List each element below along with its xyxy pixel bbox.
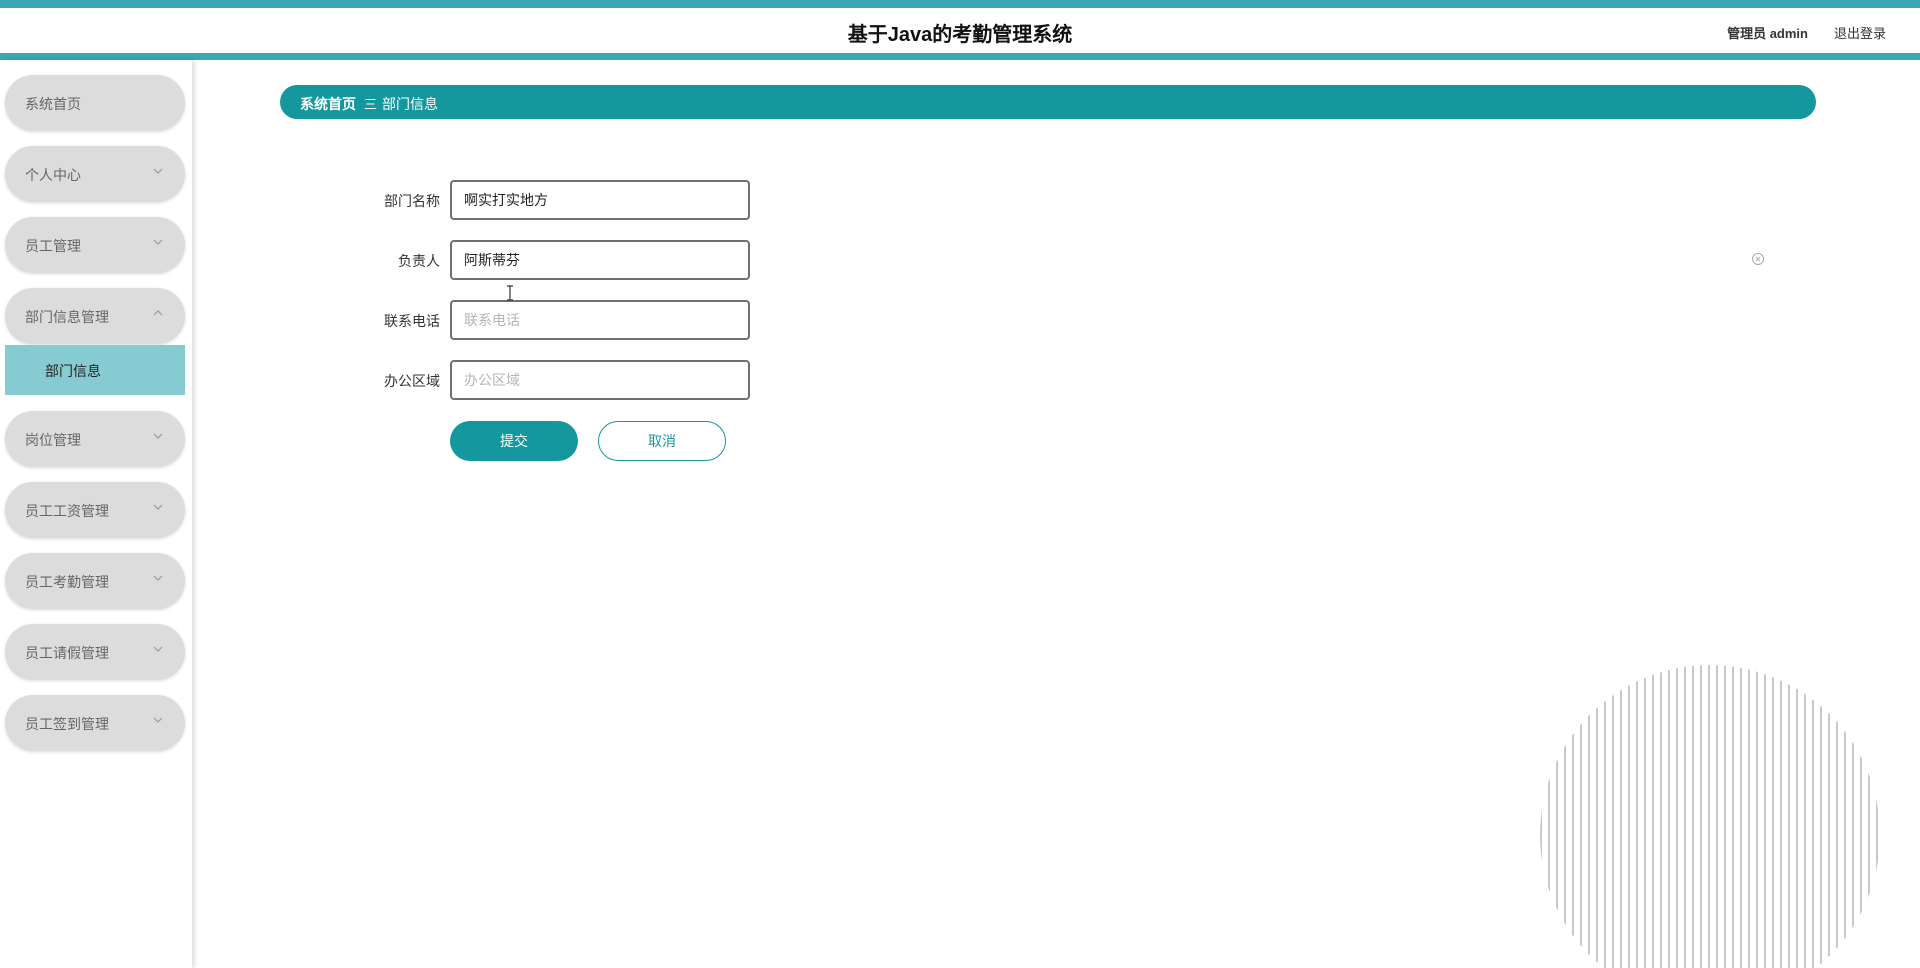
decorative-stripe <box>1620 665 1622 968</box>
sidebar-item-department-management[interactable]: 部门信息管理 <box>5 288 185 344</box>
chevron-down-icon <box>153 504 163 510</box>
breadcrumb: 系统首页 三 部门信息 <box>280 85 1816 119</box>
decorative-stripe <box>1580 665 1582 968</box>
manager-input[interactable] <box>450 240 750 280</box>
decorative-stripe <box>1876 665 1878 968</box>
sidebar-item-salary-management[interactable]: 员工工资管理 <box>5 482 185 538</box>
sidebar-item-label: 员工管理 <box>25 238 81 254</box>
decorative-stripe <box>1628 665 1630 968</box>
chevron-down-icon <box>153 575 163 581</box>
form-row-phone: 联系电话 <box>360 300 760 340</box>
decorative-stripe <box>1836 665 1838 968</box>
manager-label: 负责人 <box>398 253 440 269</box>
sidebar-item-checkin-management[interactable]: 员工签到管理 <box>5 695 185 751</box>
decorative-stripe <box>1804 665 1806 968</box>
decorative-stripe <box>1612 665 1614 968</box>
sidebar-item-attendance-management[interactable]: 员工考勤管理 <box>5 553 185 609</box>
submit-button[interactable]: 提交 <box>450 421 578 461</box>
decorative-stripe <box>1644 665 1646 968</box>
decorative-stripe <box>1684 665 1686 968</box>
sidebar-item-label: 员工考勤管理 <box>25 574 109 590</box>
chevron-down-icon <box>153 433 163 439</box>
form-row-department-name: 部门名称 <box>360 180 760 220</box>
sidebar-item-label: 员工请假管理 <box>25 645 109 661</box>
decorative-stripe <box>1548 665 1550 968</box>
sidebar-subitem-label: 部门信息 <box>45 363 101 379</box>
decorative-stripe <box>1700 665 1702 968</box>
chevron-down-icon <box>153 646 163 652</box>
decorative-stripe <box>1780 665 1782 968</box>
logout-link[interactable]: 退出登录 <box>1834 23 1886 42</box>
sidebar-item-label: 岗位管理 <box>25 432 81 448</box>
decorative-stripe <box>1564 665 1566 968</box>
decorative-stripe <box>1540 665 1542 968</box>
decorative-stripe <box>1788 665 1790 968</box>
decorative-stripe <box>1772 665 1774 968</box>
decorative-stripe <box>1852 665 1854 968</box>
phone-input[interactable] <box>450 300 750 340</box>
decorative-stripe <box>1708 665 1710 968</box>
department-name-input[interactable] <box>450 180 750 220</box>
decorative-stripe <box>1820 665 1822 968</box>
decorative-stripe <box>1604 665 1606 968</box>
decorative-stripe <box>1756 665 1758 968</box>
decorative-stripe <box>1660 665 1662 968</box>
sidebar-item-position-management[interactable]: 岗位管理 <box>5 411 185 467</box>
cancel-button[interactable]: 取消 <box>598 421 726 461</box>
chevron-up-icon <box>153 310 163 316</box>
department-name-label: 部门名称 <box>384 193 440 209</box>
office-area-input[interactable] <box>450 360 750 400</box>
decorative-stripe <box>1732 665 1734 968</box>
phone-label: 联系电话 <box>384 313 440 329</box>
office-area-label: 办公区域 <box>384 373 440 389</box>
decorative-stripe <box>1692 665 1694 968</box>
decorative-stripe <box>1764 665 1766 968</box>
sidebar-item-label: 员工签到管理 <box>25 716 109 732</box>
decorative-circle <box>1540 665 1878 968</box>
sidebar-item-label: 部门信息管理 <box>25 309 109 325</box>
decorative-stripe <box>1724 665 1726 968</box>
decorative-stripe <box>1748 665 1750 968</box>
decorative-stripe <box>1860 665 1862 968</box>
decorative-stripe <box>1676 665 1678 968</box>
sidebar: 系统首页 个人中心 员工管理 部门信息管理 部门信息 岗位管理 员工工资管理 员… <box>0 60 192 968</box>
form-row-office-area: 办公区域 <box>360 360 760 400</box>
sidebar-item-label: 员工工资管理 <box>25 503 109 519</box>
breadcrumb-home[interactable]: 系统首页 <box>300 94 356 114</box>
decorative-stripe <box>1844 665 1846 968</box>
decorative-stripe <box>1588 665 1590 968</box>
decorative-stripe <box>1556 665 1558 968</box>
sidebar-item-label: 系统首页 <box>25 96 81 112</box>
sidebar-item-label: 个人中心 <box>25 167 81 183</box>
decorative-stripe <box>1868 665 1870 968</box>
decorative-stripe <box>1668 665 1670 968</box>
sidebar-subitem-department-info[interactable]: 部门信息 <box>5 345 185 395</box>
decorative-stripe <box>1652 665 1654 968</box>
decorative-stripe <box>1812 665 1814 968</box>
breadcrumb-current: 部门信息 <box>382 96 438 112</box>
decorative-stripe <box>1596 665 1598 968</box>
decorative-stripe <box>1572 665 1574 968</box>
decorative-stripe <box>1828 665 1830 968</box>
chevron-down-icon <box>153 717 163 723</box>
decorative-stripe <box>1636 665 1638 968</box>
user-info: 管理员 admin <box>1727 26 1808 41</box>
app-title: 基于Java的考勤管理系统 <box>847 24 1073 46</box>
sidebar-item-leave-management[interactable]: 员工请假管理 <box>5 624 185 680</box>
chevron-down-icon <box>153 239 163 245</box>
decorative-stripe <box>1796 665 1798 968</box>
decorative-stripe <box>1716 665 1718 968</box>
top-header: 基于Java的考勤管理系统 管理员 admin 退出登录 <box>0 0 1920 60</box>
decorative-stripe <box>1740 665 1742 968</box>
form-row-manager: 负责人 <box>360 240 760 280</box>
chevron-down-icon <box>153 168 163 174</box>
close-circle-icon[interactable] <box>1751 252 1765 266</box>
sidebar-item-employee-management[interactable]: 员工管理 <box>5 217 185 273</box>
sidebar-item-personal-center[interactable]: 个人中心 <box>5 146 185 202</box>
sidebar-item-home[interactable]: 系统首页 <box>5 75 185 131</box>
breadcrumb-separator: 三 <box>364 97 378 112</box>
text-cursor-icon <box>507 285 513 301</box>
